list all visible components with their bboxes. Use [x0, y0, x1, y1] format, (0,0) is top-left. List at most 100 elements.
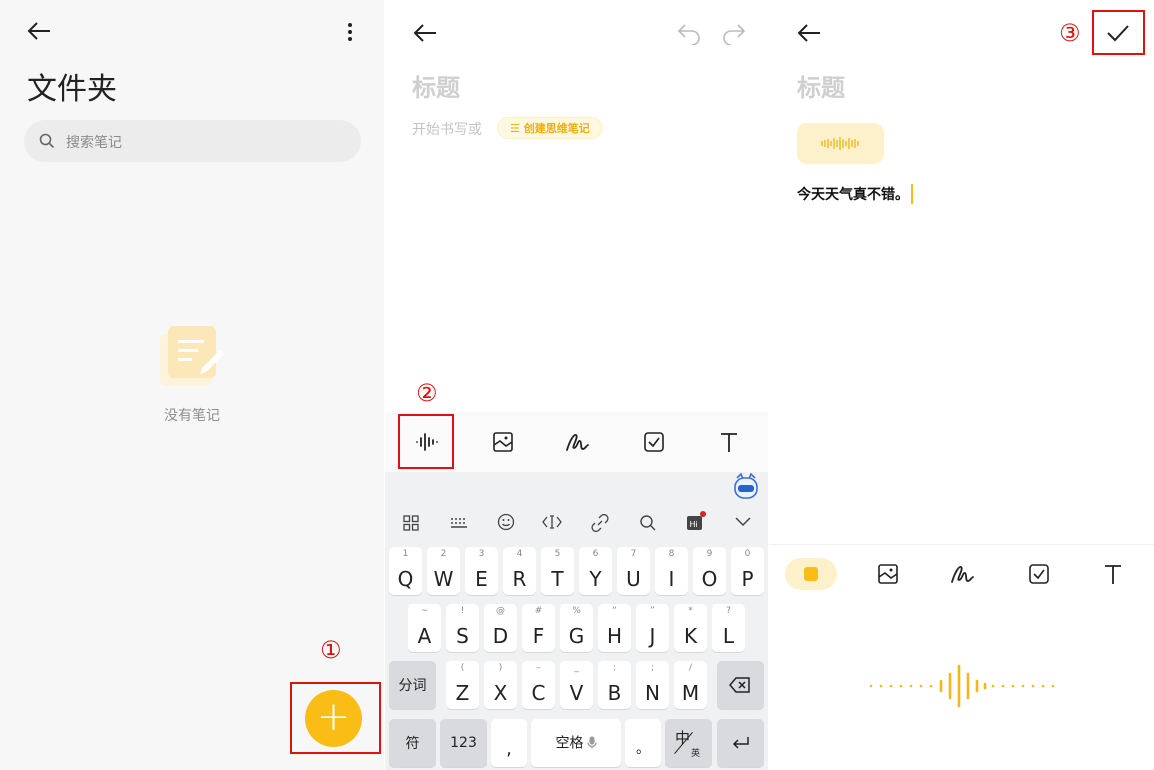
key-hint: @ — [496, 606, 505, 616]
step-1-number: ① — [320, 636, 342, 664]
key-u[interactable]: 7U — [617, 547, 650, 595]
key-c[interactable]: – C — [522, 661, 555, 709]
checklist-icon[interactable] — [642, 430, 666, 454]
checklist-icon[interactable] — [1027, 562, 1051, 586]
handwriting-icon[interactable] — [565, 430, 591, 454]
key-p[interactable]: 0P — [731, 547, 764, 595]
key-d[interactable]: @ D — [484, 604, 517, 652]
key-k[interactable]: * K — [674, 604, 707, 652]
period-key[interactable]: 。 — [625, 719, 661, 767]
key-v[interactable]: _ V — [560, 661, 593, 709]
keyboard-mascot-icon[interactable] — [733, 472, 759, 500]
emoji-icon[interactable] — [497, 513, 515, 531]
text-format-icon[interactable] — [1101, 562, 1125, 586]
enter-icon — [732, 736, 750, 750]
collapse-keyboard-icon[interactable] — [734, 516, 752, 528]
key-hint: 0 — [744, 549, 751, 559]
back-arrow-icon[interactable] — [412, 22, 438, 44]
text-format-icon[interactable] — [717, 430, 741, 454]
key-r[interactable]: 4R — [503, 547, 536, 595]
key-hint: 6 — [592, 549, 599, 559]
title-placeholder[interactable]: 标题 — [797, 68, 845, 103]
key-letter: W — [433, 567, 454, 591]
key-q[interactable]: 1Q — [389, 547, 422, 595]
key-hint: ( — [460, 663, 465, 673]
key-hint: 4 — [516, 549, 523, 559]
space-key[interactable]: 空格 — [531, 719, 621, 767]
key-hint: / — [688, 663, 693, 673]
key-n[interactable]: ; N — [636, 661, 669, 709]
key-h[interactable]: “H — [598, 604, 631, 652]
image-icon[interactable] — [876, 562, 900, 586]
link-icon[interactable] — [591, 514, 609, 532]
search-bar[interactable]: 搜索笔记 — [24, 120, 361, 162]
segment-key[interactable]: 分词 — [389, 661, 436, 709]
start-writing-text: 开始书写或 — [412, 122, 482, 138]
key-hint: % — [572, 606, 581, 616]
key-y[interactable]: 6Y — [579, 547, 612, 595]
enter-key[interactable] — [717, 719, 764, 767]
key-m[interactable]: / M — [674, 661, 707, 709]
backspace-key[interactable] — [717, 661, 764, 709]
key-o[interactable]: 9O — [693, 547, 726, 595]
key-l[interactable]: ? L — [712, 604, 745, 652]
cursor-move-icon[interactable] — [542, 514, 562, 530]
folder-screen: 文件夹 搜索笔记 没有笔记 ① + — [0, 0, 384, 770]
key-hint: 3 — [478, 549, 485, 559]
key-hint: 2 — [440, 549, 447, 559]
checkmark-done-icon[interactable] — [1106, 23, 1130, 43]
svg-text:Hi: Hi — [690, 520, 698, 529]
key-hint: ! — [460, 606, 465, 616]
key-hint: ; — [650, 663, 655, 673]
hi-assistant-icon[interactable]: Hi — [686, 510, 706, 532]
key-hint: “ — [612, 606, 617, 616]
note-toolbar — [769, 544, 1154, 602]
image-icon[interactable] — [491, 430, 515, 454]
key-hint: 5 — [554, 549, 561, 559]
key-a[interactable]: ~ A — [408, 604, 441, 652]
key-x[interactable]: ) X — [484, 661, 517, 709]
key-w[interactable]: 2W — [427, 547, 460, 595]
new-note-button[interactable]: + — [305, 690, 362, 747]
key-letter: G — [568, 624, 585, 648]
key-hint: 1 — [402, 549, 409, 559]
key-hint: ~ — [420, 606, 429, 616]
redo-icon[interactable] — [722, 23, 746, 45]
key-t[interactable]: 5T — [541, 547, 574, 595]
key-g[interactable]: % G — [560, 604, 593, 652]
back-arrow-icon[interactable] — [796, 22, 822, 44]
key-j[interactable]: ” J — [636, 604, 669, 652]
key-letter: I — [668, 567, 675, 591]
more-menu-icon[interactable] — [346, 22, 354, 42]
note-body[interactable]: 今天天气真不错。 — [797, 184, 913, 204]
step-2-number: ② — [416, 379, 438, 407]
symbol-key[interactable]: 符 — [389, 719, 436, 767]
key-letter: Y — [589, 567, 602, 591]
key-z[interactable]: (Z — [446, 661, 479, 709]
number-key[interactable]: 123 — [440, 719, 487, 767]
key-i[interactable]: 8I — [655, 547, 688, 595]
stop-recording-button[interactable] — [785, 558, 837, 590]
back-arrow-icon[interactable] — [26, 20, 52, 42]
key-e[interactable]: 3E — [465, 547, 498, 595]
key-b[interactable]: :B — [598, 661, 631, 709]
step-3-number: ③ — [1059, 19, 1081, 47]
key-f[interactable]: # F — [522, 604, 555, 652]
keyboard-layout-icon[interactable] — [449, 516, 469, 530]
key-s[interactable]: ! S — [446, 604, 479, 652]
audio-clip-chip[interactable] — [797, 123, 884, 164]
comma-key[interactable]: , — [491, 719, 527, 767]
key-hint: 9 — [706, 549, 713, 559]
undo-icon[interactable] — [677, 23, 701, 45]
key-letter: O — [701, 567, 718, 591]
language-switch-key[interactable]: 中 英 — [665, 719, 712, 767]
keyboard-search-icon[interactable] — [639, 514, 657, 532]
apps-grid-icon[interactable] — [403, 515, 419, 531]
voice-note-screen: ③ 标题 今天天气真不错。 — [769, 0, 1154, 770]
handwriting-icon[interactable] — [950, 562, 976, 586]
key-letter: Z — [455, 681, 470, 705]
title-placeholder[interactable]: 标题 — [412, 68, 460, 103]
key-letter: K — [683, 624, 698, 648]
key-letter: U — [626, 567, 641, 591]
create-mind-map-chip[interactable]: ☰ 创建思维笔记 — [497, 117, 603, 139]
